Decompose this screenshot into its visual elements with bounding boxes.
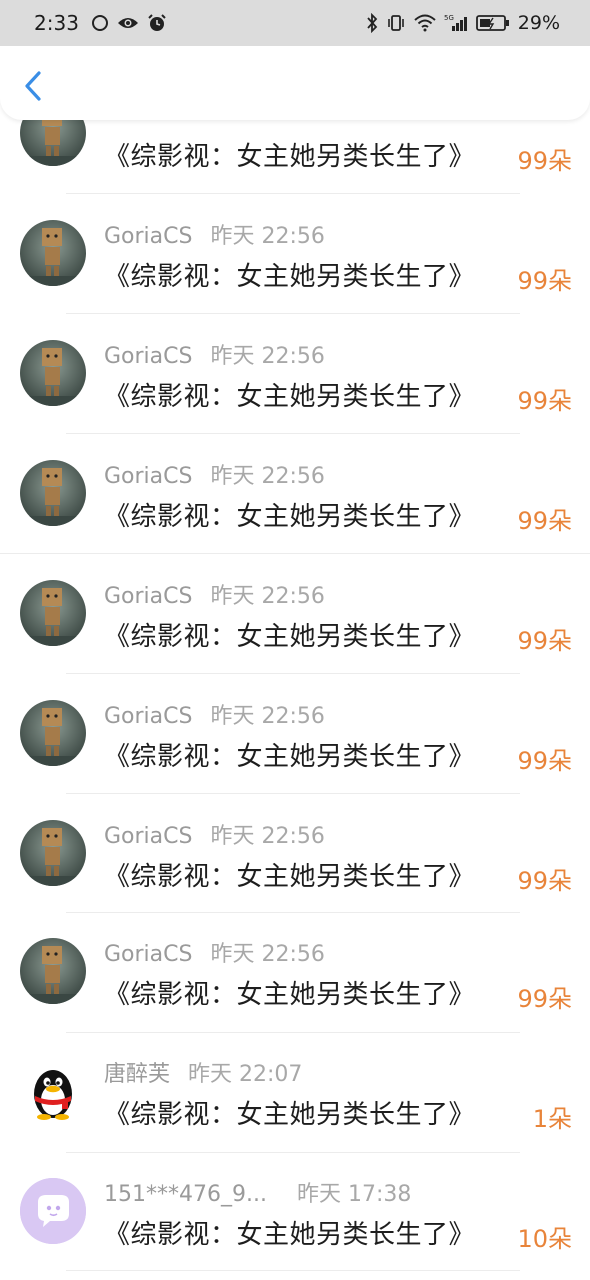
alarm-icon [147,13,167,33]
sender-name[interactable]: 151***476_9... [104,1182,267,1207]
reward-list-page: 《综影视：女主她另类长生了》 99朵 GoriaCS 昨天 22:56 《综影视… [0,0,590,1280]
danbo-avatar-icon [20,340,86,406]
list-item[interactable]: GoriaCS 昨天 22:56 《综影视：女主她另类长生了》 99朵 [0,194,590,314]
timestamp: 昨天 22:56 [210,824,325,849]
status-bar: 2:33 5G 29% [0,0,590,46]
reward-amount: 99朵 [517,147,572,175]
timestamp: 昨天 22:56 [210,942,325,967]
sender-name[interactable]: 唐醉芙 [104,1056,170,1088]
avatar[interactable] [20,820,86,886]
sender-line: GoriaCS 昨天 22:56 [104,338,325,370]
message-text: 《综影视：女主她另类长生了》 [104,622,476,652]
list-item[interactable]: GoriaCS 昨天 22:56 《综影视：女主她另类长生了》 99朵 [0,674,590,794]
sender-name[interactable]: GoriaCS [104,942,192,967]
avatar[interactable] [20,700,86,766]
chat-bubble-avatar-icon [20,1178,86,1244]
divider [66,912,520,913]
battery-percentage: 29% [517,12,560,34]
list-item[interactable]: GoriaCS 昨天 22:56 《综影视：女主她另类长生了》 99朵 [0,314,590,434]
sender-line: GoriaCS 昨天 22:56 [104,578,325,610]
chevron-left-icon [25,71,41,101]
reward-amount: 99朵 [517,867,572,895]
sender-line: GoriaCS 昨天 22:56 [104,936,325,968]
list-item[interactable]: GoriaCS 昨天 22:56 《综影视：女主她另类长生了》 99朵 [0,794,590,914]
sender-line: 151***476_9... 昨天 17:38 [104,1176,411,1208]
bluetooth-icon [366,13,378,33]
sender-name[interactable]: GoriaCS [104,704,192,729]
reward-amount: 10朵 [517,1225,572,1253]
timestamp: 昨天 22:56 [210,344,325,369]
message-text: 《综影视：女主她另类长生了》 [104,502,476,532]
danbo-avatar-icon [20,460,86,526]
avatar[interactable] [20,938,86,1004]
divider [66,1270,520,1271]
avatar[interactable] [20,1058,86,1124]
sender-name[interactable]: GoriaCS [104,344,192,369]
avatar[interactable] [20,340,86,406]
reward-amount: 99朵 [517,267,572,295]
timestamp: 昨天 22:56 [210,584,325,609]
message-text: 《综影视：女主她另类长生了》 [104,1220,476,1250]
sender-line: GoriaCS 昨天 22:56 [104,698,325,730]
sender-name[interactable]: GoriaCS [104,224,192,249]
divider [66,1152,520,1153]
battery-icon [475,14,510,32]
reward-amount: 1朵 [532,1105,572,1133]
reward-amount: 99朵 [517,507,572,535]
message-text: 《综影视：女主她另类长生了》 [104,1100,476,1130]
loading-circle-icon [91,14,109,32]
eye-icon [117,15,139,31]
sender-line: 唐醉芙 昨天 22:07 [104,1056,302,1088]
avatar[interactable] [20,1178,86,1244]
back-button[interactable] [16,66,50,106]
list-item[interactable]: GoriaCS 昨天 22:56 《综影视：女主她另类长生了》 99朵 [0,554,590,674]
timestamp: 昨天 22:56 [210,464,325,489]
danbo-avatar-icon [20,220,86,286]
list-item[interactable]: 151***476_9... 昨天 17:38 《综影视：女主她另类长生了》 1… [0,1154,590,1274]
avatar[interactable] [20,220,86,286]
list-item[interactable]: 唐醉芙 昨天 22:07 《综影视：女主她另类长生了》 1朵 [0,1034,590,1154]
sender-line: GoriaCS 昨天 22:56 [104,818,325,850]
danbo-avatar-icon [20,700,86,766]
list-item[interactable]: GoriaCS 昨天 22:56 《综影视：女主她另类长生了》 99朵 [0,434,590,554]
reward-amount: 99朵 [517,985,572,1013]
message-text: 《综影视：女主她另类长生了》 [104,742,476,772]
avatar[interactable] [20,580,86,646]
top-bar [0,46,590,120]
timestamp: 昨天 22:07 [188,1062,303,1087]
timestamp: 昨天 22:56 [210,704,325,729]
vibrate-icon [386,13,406,33]
list-item[interactable]: GoriaCS 昨天 22:56 《综影视：女主她另类长生了》 99朵 [0,914,590,1034]
sender-name[interactable]: GoriaCS [104,824,192,849]
message-text: 《综影视：女主她另类长生了》 [104,262,476,292]
timestamp: 昨天 22:56 [210,224,325,249]
avatar[interactable] [20,460,86,526]
sender-line: GoriaCS 昨天 22:56 [104,458,325,490]
message-text: 《综影视：女主她另类长生了》 [104,862,476,892]
wifi-icon [414,14,436,32]
reward-amount: 99朵 [517,387,572,415]
message-text: 《综影视：女主她另类长生了》 [104,980,476,1010]
message-text: 《综影视：女主她另类长生了》 [104,142,476,172]
penguin-avatar-icon [20,1058,86,1124]
clock: 2:33 [34,11,79,35]
danbo-avatar-icon [20,820,86,886]
divider [66,1032,520,1033]
sender-line: GoriaCS 昨天 22:56 [104,218,325,250]
cellular-signal-icon: 5G [444,13,468,33]
sender-name[interactable]: GoriaCS [104,464,192,489]
danbo-avatar-icon [20,938,86,1004]
reward-amount: 99朵 [517,627,572,655]
sender-name[interactable]: GoriaCS [104,584,192,609]
timestamp: 昨天 17:38 [296,1182,412,1207]
svg-text:5G: 5G [444,14,454,22]
danbo-avatar-icon [20,580,86,646]
reward-amount: 99朵 [517,747,572,775]
message-text: 《综影视：女主她另类长生了》 [104,382,476,412]
